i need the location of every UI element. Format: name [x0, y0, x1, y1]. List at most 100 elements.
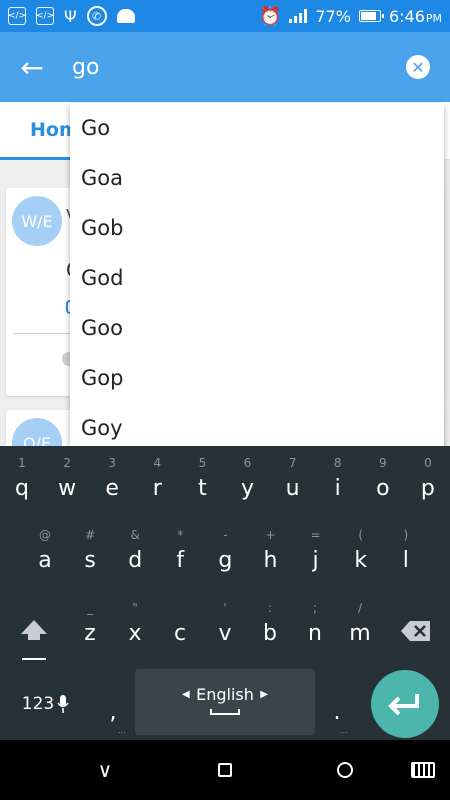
key-p[interactable]: p: [408, 468, 448, 508]
backspace-key[interactable]: [394, 614, 438, 648]
key-label: z: [84, 620, 96, 646]
tab-home[interactable]: Hom: [0, 102, 79, 160]
key-label: g: [218, 547, 233, 573]
android-icon: [116, 9, 135, 23]
key-t[interactable]: t: [182, 468, 222, 508]
key-hint: +: [265, 528, 276, 542]
keyboard-switch-button[interactable]: [398, 740, 448, 800]
key-hint: 6: [243, 456, 252, 470]
key-hint: ': [223, 601, 227, 615]
navigation-bar: ∨: [0, 740, 450, 800]
key-i[interactable]: i: [318, 468, 358, 508]
key-g[interactable]: g: [205, 540, 245, 580]
key-o[interactable]: o: [363, 468, 403, 508]
key-label: l: [402, 547, 409, 573]
key-r[interactable]: r: [137, 468, 177, 508]
key-q[interactable]: q: [2, 468, 42, 508]
period-key[interactable]: .: [322, 694, 352, 730]
suggestion-item[interactable]: Gop: [70, 353, 444, 403]
key-hint: ): [403, 528, 409, 542]
clock-ampm: PM: [425, 11, 442, 25]
key-hint: &: [130, 528, 140, 542]
key-f[interactable]: f: [160, 540, 200, 580]
nav-recents-icon: [337, 762, 353, 778]
key-label: t: [198, 475, 207, 501]
key-h[interactable]: h: [251, 540, 291, 580]
key-label: h: [263, 547, 278, 573]
key-label: u: [285, 475, 300, 501]
shift-key[interactable]: [14, 610, 54, 650]
period-hint-dots: ...: [340, 726, 348, 735]
suggestion-item[interactable]: Goo: [70, 303, 444, 353]
key-hint: ;: [312, 601, 318, 615]
enter-key[interactable]: [371, 670, 439, 738]
shift-icon: [21, 620, 47, 640]
key-label: i: [334, 475, 341, 501]
key-hint: 5: [198, 456, 207, 470]
symbols-label: 123: [21, 694, 55, 714]
key-e[interactable]: e: [92, 468, 132, 508]
key-l[interactable]: l: [386, 540, 426, 580]
key-w[interactable]: w: [47, 468, 87, 508]
nav-back-button[interactable]: ∨: [75, 740, 135, 800]
key-x[interactable]: x: [115, 613, 155, 653]
suggestion-item[interactable]: Gob: [70, 203, 444, 253]
key-hint: -: [223, 528, 228, 542]
key-label: m: [349, 620, 371, 646]
key-hint: 3: [108, 456, 116, 470]
key-hint: :: [267, 601, 273, 615]
clear-search-button[interactable]: ✕: [406, 55, 430, 79]
search-input[interactable]: [72, 47, 406, 87]
keyboard-switch-icon: [411, 762, 435, 778]
phone-icon: ✆: [86, 6, 107, 26]
key-hint: /: [357, 601, 363, 615]
nav-recents-button[interactable]: [315, 740, 375, 800]
key-s[interactable]: s: [70, 540, 110, 580]
clock-time: 6:46: [388, 6, 425, 26]
comma-hint-dots: ...: [118, 726, 126, 735]
comma-key[interactable]: ,: [98, 694, 128, 730]
space-bar-icon: [210, 709, 240, 715]
key-hint: 8: [333, 456, 342, 470]
symbols-key[interactable]: 123: [14, 686, 78, 722]
status-bar: </> </> Ψ ✆ ⏰ 77% 6:46PM: [0, 0, 450, 32]
key-label: y: [240, 475, 255, 501]
backspace-icon: [401, 621, 430, 641]
code-icon: </>: [36, 7, 54, 25]
key-hint: #: [85, 528, 96, 542]
search-suggestions-dropdown: Go Goa Gob God Goo Gop Goy: [70, 103, 444, 446]
nav-home-button[interactable]: [195, 740, 255, 800]
code-icon: </>: [8, 7, 26, 25]
key-label: w: [58, 475, 77, 501]
key-d[interactable]: d: [115, 540, 155, 580]
suggestion-item[interactable]: Goa: [70, 153, 444, 203]
key-a[interactable]: a: [25, 540, 65, 580]
key-u[interactable]: u: [273, 468, 313, 508]
key-z[interactable]: z: [70, 613, 110, 653]
alarm-icon: ⏰: [258, 5, 282, 27]
key-hint: 1: [18, 456, 26, 470]
key-b[interactable]: b: [250, 613, 290, 653]
key-j[interactable]: j: [296, 540, 336, 580]
space-key[interactable]: ◀ English ▶: [135, 669, 315, 735]
key-v[interactable]: v: [205, 613, 245, 653]
enter-icon: [388, 694, 419, 716]
mic-icon: [57, 695, 69, 713]
key-k[interactable]: k: [341, 540, 381, 580]
key-label: e: [105, 475, 119, 501]
clear-icon: ✕: [411, 57, 425, 77]
shift-indicator: [22, 658, 46, 660]
key-label: b: [263, 620, 277, 646]
suggestion-item[interactable]: Go: [70, 103, 444, 153]
suggestion-item[interactable]: God: [70, 253, 444, 303]
key-n[interactable]: n: [295, 613, 335, 653]
language-right-icon: ▶: [260, 689, 268, 700]
key-hint: =: [310, 528, 321, 542]
key-m[interactable]: m: [340, 613, 380, 653]
suggestion-item[interactable]: Goy: [70, 403, 444, 446]
key-label: j: [312, 547, 319, 573]
key-c[interactable]: c: [160, 613, 200, 653]
battery-level: [360, 12, 377, 20]
back-button[interactable]: ←: [0, 32, 64, 102]
key-y[interactable]: y: [228, 468, 268, 508]
